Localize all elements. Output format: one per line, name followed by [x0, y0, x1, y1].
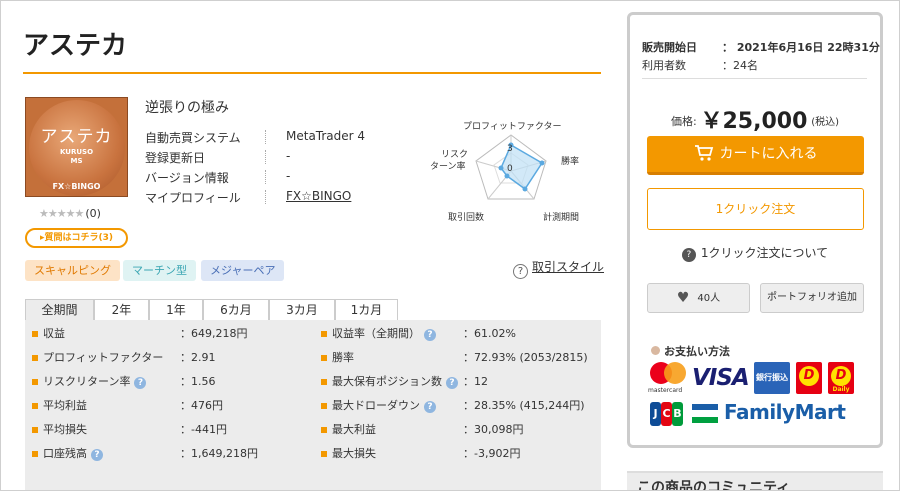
community-title: この商品のコミュニティ [637, 480, 791, 491]
radar-label-win-rate: 勝率 [561, 157, 580, 167]
info-label: 登録更新日 [145, 151, 206, 165]
stats-panel: 収益 ：649,218円 プロフィットファクター ：2.91 リスクリターン率? ：1… [25, 320, 601, 490]
review-count: (0) [85, 207, 101, 220]
thumb-subtitle: KURUSO MS [59, 148, 94, 165]
familymart-stripes [692, 404, 718, 424]
info-label: バージョン情報 [145, 171, 229, 185]
add-to-cart-button[interactable]: カートに入れる [647, 136, 864, 175]
rating-stars: ★★★★★ (0) [39, 207, 101, 220]
d-payment-daily-logo: D Daily [828, 362, 854, 394]
jcb-logo: J C B [650, 402, 684, 426]
tab-3m[interactable]: 3カ月 [269, 299, 335, 320]
tab-1m[interactable]: 1カ月 [335, 299, 398, 320]
cart-icon [694, 140, 714, 176]
mastercard-logo: mastercard [648, 362, 686, 402]
thumb-author: FX☆BINGO [52, 182, 101, 191]
dot-icon [651, 346, 660, 355]
add-portfolio-button[interactable]: ポートフォリオ追加 [760, 283, 864, 313]
title-divider [23, 72, 601, 74]
radar-tick: 3 [507, 144, 513, 154]
info-value: - [286, 149, 291, 163]
tag-martingale[interactable]: マーチン型 [123, 260, 196, 281]
help-icon[interactable]: ? [446, 377, 458, 389]
user-count: 利用者数 ：24名 [642, 59, 758, 72]
about-one-click-link[interactable]: ? 1クリック注文について [630, 244, 880, 262]
one-click-order-button[interactable]: 1クリック注文 [647, 188, 864, 230]
help-icon[interactable]: ? [91, 449, 103, 461]
radar-label-period: 計測期間 [543, 213, 580, 223]
tab-all[interactable]: 全期間 [25, 299, 94, 320]
radar-label-risk-return-2: ターン率 [430, 162, 466, 172]
bank-transfer-logo: 銀行振込 [754, 362, 790, 394]
community-section: この商品のコミュニティ [627, 471, 883, 491]
sale-start: 販売開始日： 2021年6月16日 22時31分 [642, 41, 880, 54]
d-payment-logo: D [796, 362, 822, 394]
familymart-logo: FamilyMart [724, 400, 846, 424]
radar-tick: 0 [507, 164, 513, 174]
help-icon[interactable]: ? [424, 401, 436, 413]
question-button[interactable]: ▸質問はコチラ(3) [25, 228, 128, 248]
payment-title: お支払い方法 [651, 343, 730, 359]
trade-style-link[interactable]: ? 取引スタイル [513, 258, 604, 279]
page-frame: アステカ アステカ KURUSO MS FX☆BINGO ★★★★★ (0) ▸質… [0, 0, 900, 491]
radar-label-trades: 取引回数 [448, 213, 485, 223]
info-value: MetaTrader 4 [286, 129, 366, 143]
question-icon: ? [513, 264, 528, 279]
radar-label-profit-factor: プロフィットファクター [463, 122, 562, 132]
heart-icon: ♥ [676, 290, 690, 306]
panel-divider [642, 78, 867, 79]
visa-logo: VISA [692, 365, 750, 391]
tab-1y[interactable]: 1年 [149, 299, 203, 320]
profile-link[interactable]: FX☆BINGO [286, 189, 351, 203]
radar-chart: 3 0 プロフィットファクター 勝率 計測期間 取引回数 リスク ターン率 [421, 111, 591, 223]
info-label: 自動売買システム [145, 131, 241, 145]
tab-6m[interactable]: 6カ月 [203, 299, 269, 320]
price: 価格: ￥25,000 (税込) [670, 109, 840, 134]
help-icon[interactable]: ? [424, 329, 436, 341]
product-thumbnail[interactable]: アステカ KURUSO MS FX☆BINGO [25, 97, 128, 197]
help-icon[interactable]: ? [134, 377, 147, 389]
tab-2y[interactable]: 2年 [94, 299, 149, 320]
question-icon: ? [681, 248, 696, 262]
info-label: マイプロフィール [145, 191, 241, 205]
info-value: - [286, 169, 291, 183]
product-title: アステカ [23, 31, 128, 61]
tag-scalping[interactable]: スキャルピング [25, 260, 120, 281]
tag-major-pair[interactable]: メジャーペア [201, 260, 285, 281]
thumb-title: アステカ [40, 127, 113, 147]
purchase-panel: 販売開始日： 2021年6月16日 22時31分 利用者数 ：24名 価格: ￥2… [627, 12, 883, 448]
product-tagline: 逆張りの極み [145, 100, 229, 116]
favorite-button[interactable]: ♥ 40人 [647, 283, 750, 313]
price-value: ￥25,000 [700, 109, 808, 134]
